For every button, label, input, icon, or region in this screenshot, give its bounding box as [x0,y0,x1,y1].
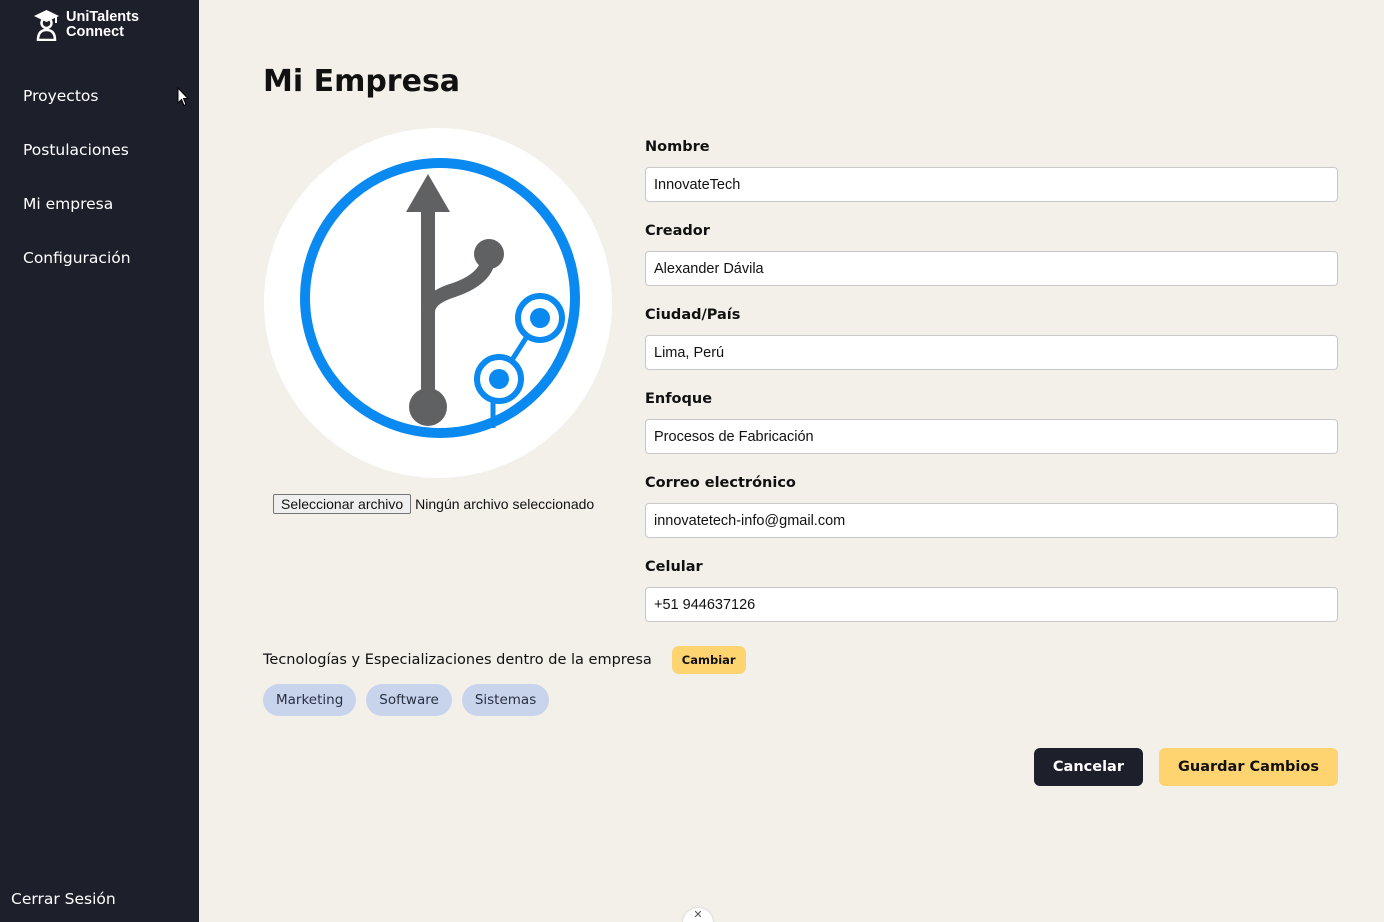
field-label: Celular [645,559,703,575]
email-input[interactable] [645,503,1338,538]
field-enfoque: Enfoque [645,388,1338,454]
nombre-input[interactable] [645,167,1338,202]
git-branch-logo [300,158,580,438]
field-label: Ciudad/País [645,307,741,323]
change-technologies-button[interactable]: Cambiar [671,646,746,674]
close-icon[interactable]: ✕ [683,908,713,922]
field-creador: Creador [645,220,1338,286]
celular-input[interactable] [645,587,1338,622]
field-ciudad-pais: Ciudad/País [645,304,1338,370]
tag-sistemas: Sistemas [461,684,550,716]
enfoque-input[interactable] [645,419,1338,454]
form-actions: Cancelar Guardar Cambios [1033,748,1338,786]
sidebar-item-configuracion[interactable]: Configuración [0,240,199,294]
save-button[interactable]: Guardar Cambios [1159,748,1338,786]
cancel-button[interactable]: Cancelar [1033,748,1143,786]
logout-link[interactable]: Cerrar Sesión [11,890,116,908]
select-file-button[interactable]: Seleccionar archivo [273,494,412,514]
sidebar: UniTalents Connect Proyectos Postulacion… [0,0,199,922]
field-label: Nombre [645,139,710,155]
sidebar-item-postulaciones[interactable]: Postulaciones [0,132,199,186]
brand-line1: UniTalents [66,9,140,25]
field-celular: Celular [645,556,1338,622]
field-label: Correo electrónico [645,475,796,491]
graduate-person-icon [34,10,59,41]
brand-line2: Connect [66,24,124,40]
ciudad-pais-input[interactable] [645,335,1338,370]
technologies-header: Tecnologías y Especializaciones dentro d… [263,646,746,674]
page-title: Mi Empresa [263,64,461,99]
tag-marketing: Marketing [263,684,357,716]
sidebar-nav: Proyectos Postulaciones Mi empresa Confi… [0,78,199,294]
creador-input[interactable] [645,251,1338,286]
technology-tags: Marketing Software Sistemas [263,684,550,716]
company-logo [264,128,612,478]
file-status: Ningún archivo seleccionado [415,496,595,512]
app-root: UniTalents Connect Proyectos Postulacion… [0,0,1384,922]
tag-software: Software [366,684,452,716]
sidebar-item-proyectos[interactable]: Proyectos [0,78,199,132]
field-nombre: Nombre [645,136,1338,202]
field-label: Creador [645,223,710,239]
main-content: Mi Empresa Seleccionar archivo Ningún ar… [199,0,1384,922]
mouse-pointer-icon [177,87,189,107]
file-upload: Seleccionar archivo Ningún archivo selec… [273,494,594,514]
brand-logo[interactable]: UniTalents Connect [33,9,139,41]
company-form: Nombre Creador Ciudad/País Enfoque Corre… [645,136,1338,640]
technologies-title: Tecnologías y Especializaciones dentro d… [263,652,652,668]
brand-name: UniTalents Connect [66,10,139,40]
sidebar-item-mi-empresa[interactable]: Mi empresa [0,186,199,240]
field-correo: Correo electrónico [645,472,1338,538]
field-label: Enfoque [645,391,713,407]
